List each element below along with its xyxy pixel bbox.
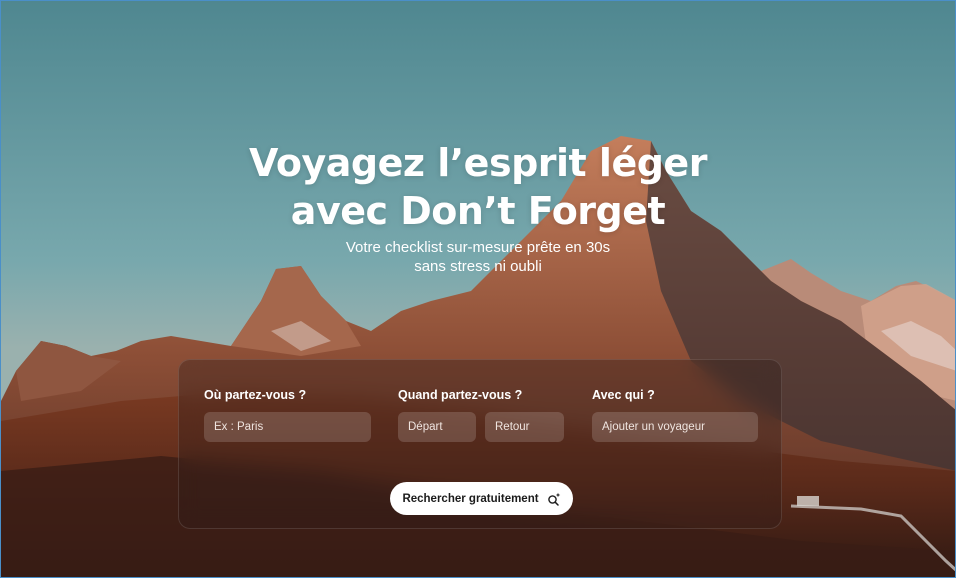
search-free-button[interactable]: Rechercher gratuitement	[390, 482, 573, 515]
hero-headline: Voyagez l’esprit léger avec Don’t Forget	[1, 139, 955, 235]
dates-label: Quand partez-vous ?	[398, 388, 523, 402]
companions-input[interactable]	[592, 412, 758, 442]
companions-label: Avec qui ?	[592, 388, 655, 402]
trip-search-form: Où partez-vous ? Quand partez-vous ? Ave…	[178, 359, 782, 529]
hero-section: Voyagez l’esprit léger avec Don’t Forget…	[0, 0, 956, 578]
departure-date-input[interactable]	[398, 412, 476, 442]
hero-subtitle-line1: Votre checklist sur-mesure prête en 30s	[345, 239, 611, 256]
return-date-input[interactable]	[485, 412, 564, 442]
sparkle-search-icon	[547, 492, 560, 506]
hero-subtitle: Votre checklist sur-mesure prête en 30s …	[1, 238, 955, 276]
hero-headline-line2: avec Don’t Forget	[290, 189, 666, 233]
destination-label: Où partez-vous ?	[204, 388, 307, 402]
hero-subtitle-line2: sans stress ni oubli	[414, 258, 542, 275]
destination-input[interactable]	[204, 412, 371, 442]
hero-headline-line1: Voyagez l’esprit léger	[249, 141, 707, 185]
search-button-label: Rechercher gratuitement	[402, 492, 539, 505]
